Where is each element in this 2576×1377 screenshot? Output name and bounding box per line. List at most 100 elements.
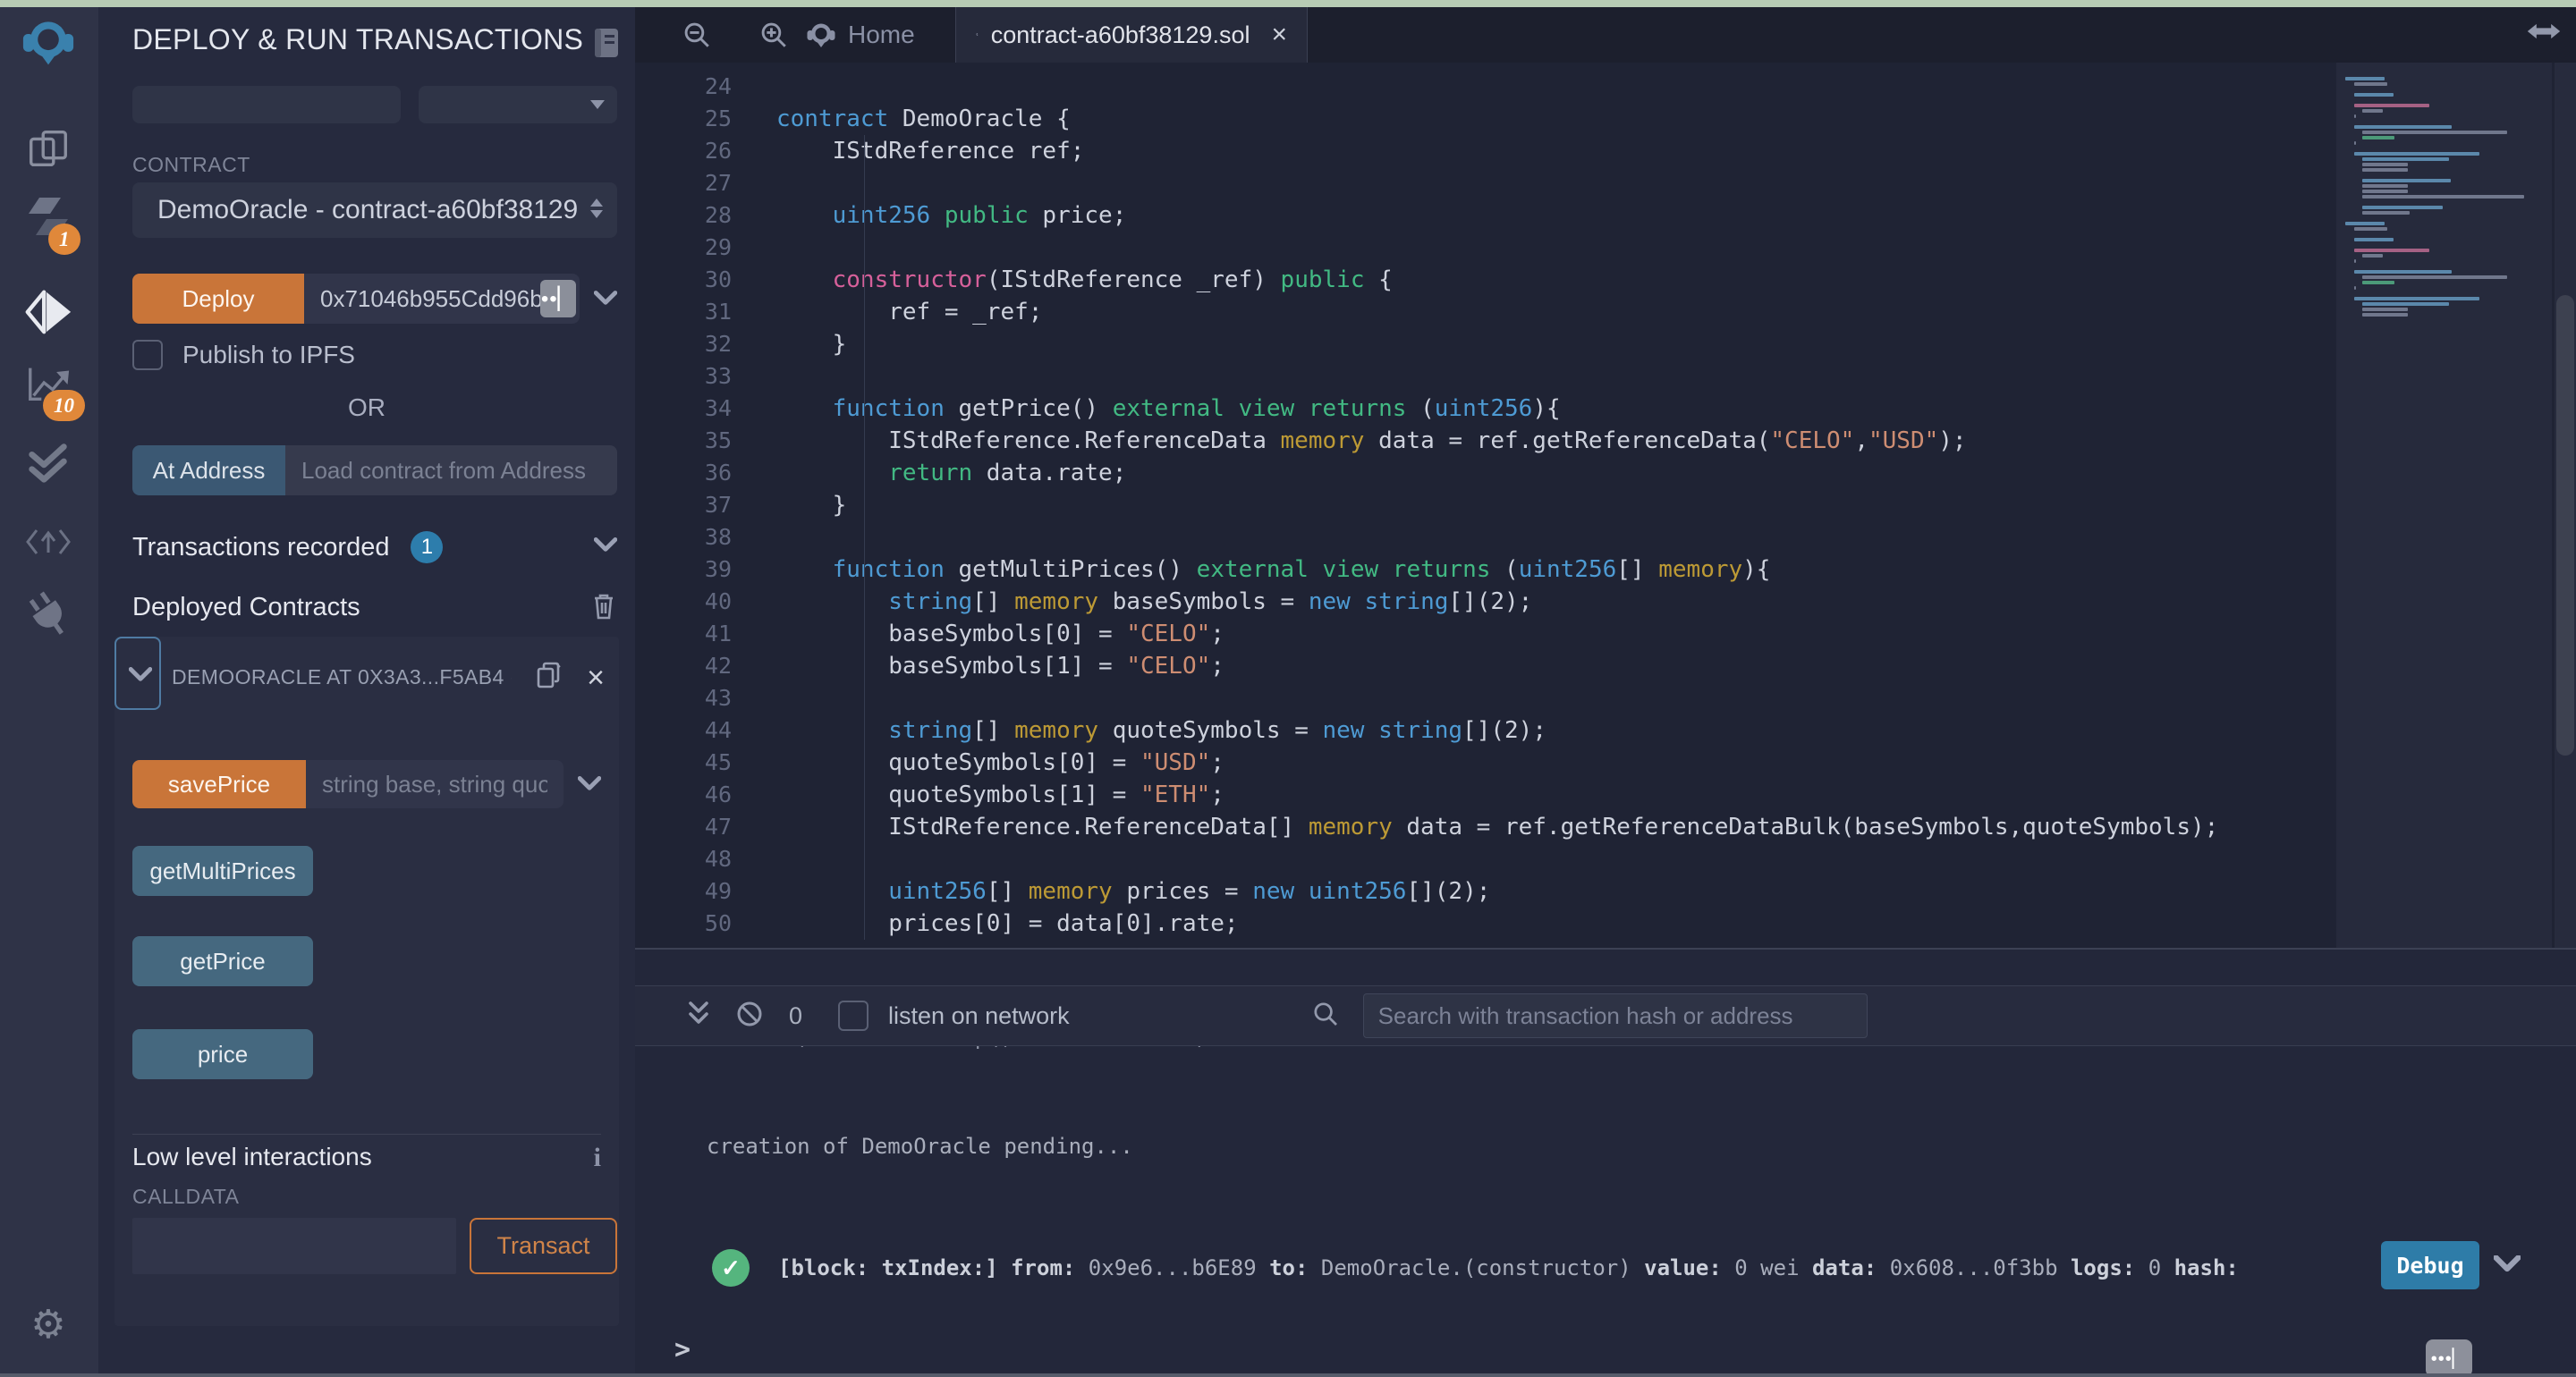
static-analysis-icon[interactable]: [0, 519, 97, 565]
transactions-recorded-label: Transactions recorded: [132, 532, 390, 562]
chevron-down-icon[interactable]: [2493, 1255, 2521, 1278]
minimap-bar: [2362, 254, 2384, 258]
line-number: 29: [704, 234, 732, 260]
line-number: 47: [704, 814, 732, 840]
code-line[interactable]: 32 }: [635, 328, 2336, 360]
deployed-contract-header[interactable]: DEMOORACLE AT 0X3A3...F5AB4 (BLO ×: [128, 660, 605, 695]
chevron-down-icon[interactable]: [594, 274, 617, 324]
price-button[interactable]: price: [132, 1029, 313, 1079]
code-line[interactable]: 30 constructor(IStdReference _ref) publi…: [635, 264, 2336, 296]
transact-button[interactable]: Transact: [470, 1218, 617, 1274]
listen-network-checkbox[interactable]: [838, 1001, 869, 1031]
file-explorer-icon[interactable]: [0, 125, 97, 173]
copy-icon[interactable]: [535, 660, 564, 695]
minimap-bar: [2353, 93, 2394, 97]
tab-home[interactable]: Home: [798, 7, 924, 63]
minimap-bar: [2362, 131, 2507, 134]
terminal[interactable]: > remix (run remix.help() for more info)…: [635, 948, 2576, 1377]
line-text: quoteSymbols[1] = "ETH";: [776, 781, 1224, 808]
terminal-prompt[interactable]: >: [674, 1334, 691, 1365]
tx-segment-value: 0x608...0f3bb: [1889, 1255, 2071, 1280]
code-line[interactable]: 49 uint256[] memory prices = new uint256…: [635, 875, 2336, 908]
chevron-down-icon[interactable]: [593, 536, 618, 558]
line-number: 32: [704, 331, 732, 357]
deploy-button[interactable]: Deploy: [132, 274, 304, 324]
code-line[interactable]: 41 baseSymbols[0] = "CELO";: [635, 618, 2336, 650]
debug-button[interactable]: Debug: [2381, 1241, 2479, 1289]
code-line[interactable]: 25 contract DemoOracle {: [635, 103, 2336, 135]
editor-scrollbar[interactable]: [2555, 63, 2576, 948]
code-line[interactable]: 46 quoteSymbols[1] = "ETH";: [635, 779, 2336, 811]
zoom-in-icon[interactable]: [758, 20, 789, 55]
code-line[interactable]: 29: [635, 232, 2336, 264]
code-line[interactable]: 50 prices[0] = data[0].rate;: [635, 908, 2336, 940]
code-line[interactable]: 27: [635, 167, 2336, 199]
chevron-down-icon[interactable]: [128, 667, 153, 688]
code-line[interactable]: 43: [635, 682, 2336, 714]
editor-scrollbar-thumb[interactable]: [2556, 295, 2574, 756]
line-number: 44: [704, 717, 732, 743]
tx-segment-label: to:: [1269, 1255, 1321, 1280]
account-select[interactable]: [132, 86, 401, 123]
code-line[interactable]: 44 string[] memory quoteSymbols = new st…: [635, 714, 2336, 747]
getmultiprices-button[interactable]: getMultiPrices: [132, 846, 313, 896]
gas-limit-field[interactable]: [419, 86, 617, 123]
clear-pending-icon[interactable]: [735, 1000, 764, 1033]
code-line[interactable]: 35 IStdReference.ReferenceData memory da…: [635, 425, 2336, 457]
transaction-log-row[interactable]: ✓ [block: txIndex:] from: 0x9e6...b6E89 …: [635, 1241, 2576, 1295]
expand-horizontal-icon[interactable]: [2526, 20, 2562, 47]
journal-icon[interactable]: [592, 27, 621, 63]
calldata-input[interactable]: [132, 1218, 456, 1274]
code-line[interactable]: 38: [635, 521, 2336, 553]
code-line[interactable]: 24: [635, 71, 2336, 103]
plugin-manager-icon[interactable]: [0, 588, 97, 640]
info-icon[interactable]: i: [594, 1143, 601, 1173]
code-line[interactable]: 37 }: [635, 489, 2336, 521]
remix-logo-icon[interactable]: [0, 16, 97, 68]
minimap[interactable]: [2336, 63, 2552, 948]
code-editor[interactable]: 24 25 contract DemoOracle {26 IStdReferenc…: [635, 63, 2576, 948]
transactions-recorded-row[interactable]: Transactions recorded 1: [132, 531, 618, 563]
window-top-strip: [0, 0, 2576, 7]
collapse-terminal-icon[interactable]: [687, 1001, 710, 1032]
tab-contract-file[interactable]: contract-a60bf38129.sol ×: [955, 7, 1308, 63]
code-line[interactable]: 36 return data.rate;: [635, 457, 2336, 489]
contract-select[interactable]: DemoOracle - contract-a60bf38129.sol: [132, 182, 617, 238]
minimap-bar: [2362, 275, 2507, 279]
terminal-search-input[interactable]: [1362, 993, 1868, 1038]
zoom-out-icon[interactable]: [682, 20, 712, 55]
code-line[interactable]: 34 function getPrice() external view ret…: [635, 393, 2336, 425]
settings-gear-icon[interactable]: ⚙: [0, 1305, 97, 1345]
saveprice-button[interactable]: savePrice: [132, 760, 306, 808]
at-address-button[interactable]: At Address: [132, 445, 285, 495]
deploy-run-icon[interactable]: [0, 284, 97, 336]
getprice-button[interactable]: getPrice: [132, 936, 313, 986]
constructor-arg-field[interactable]: 0x71046b955Cdd96bC54a ••▏: [304, 274, 580, 324]
code-line[interactable]: 40 string[] memory baseSymbols = new str…: [635, 586, 2336, 618]
minimap-bar: [2362, 206, 2444, 209]
code-line[interactable]: 47 IStdReference.ReferenceData[] memory …: [635, 811, 2336, 843]
code-line[interactable]: 31 ref = _ref;: [635, 296, 2336, 328]
code-line[interactable]: 33: [635, 360, 2336, 393]
transactions-count-badge: 1: [411, 531, 444, 563]
at-address-input[interactable]: [285, 445, 617, 495]
code-line[interactable]: 39 function getMultiPrices() external vi…: [635, 553, 2336, 586]
code-line[interactable]: 48: [635, 843, 2336, 875]
minimap-bar: [2345, 98, 2542, 102]
saveprice-args-input[interactable]: [306, 760, 564, 808]
code-line[interactable]: 28 uint256 public price;: [635, 199, 2336, 232]
line-number: 45: [704, 749, 732, 775]
unit-testing-icon[interactable]: [0, 438, 97, 486]
close-icon[interactable]: ×: [1271, 20, 1287, 50]
code-line[interactable]: 45 quoteSymbols[0] = "USD";: [635, 747, 2336, 779]
trash-icon[interactable]: [590, 590, 617, 625]
code-line[interactable]: 26 IStdReference ref;: [635, 135, 2336, 167]
code-line[interactable]: 42 baseSymbols[1] = "CELO";: [635, 650, 2336, 682]
expand-args-chip[interactable]: ••▏: [540, 280, 576, 317]
publish-ipfs-checkbox[interactable]: [132, 340, 163, 370]
close-icon[interactable]: ×: [587, 663, 605, 693]
chevron-down-icon[interactable]: [578, 760, 601, 808]
line-number: 30: [704, 266, 732, 292]
minimap-bar: [2353, 286, 2356, 290]
terminal-resize-chip[interactable]: •••▏: [2426, 1339, 2472, 1377]
